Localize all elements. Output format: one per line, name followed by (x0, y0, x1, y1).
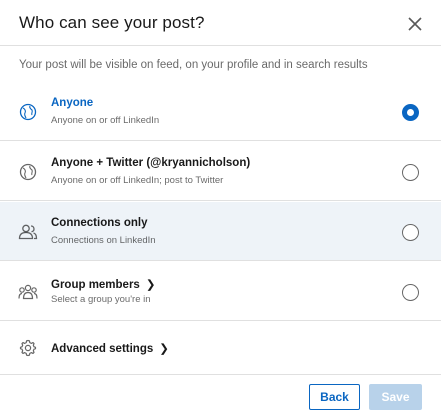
back-button[interactable]: Back (309, 384, 360, 410)
chevron-right-icon: ❯ (145, 279, 156, 291)
option-description: Connections on LinkedIn (51, 235, 156, 246)
dialog-header: Who can see your post? (0, 0, 441, 46)
advanced-settings-label: Advanced settings (51, 343, 154, 355)
advanced-settings-link[interactable]: Advanced settings ❯ (0, 322, 441, 374)
visibility-option-anyone[interactable]: Anyone Anyone on or off LinkedIn (0, 82, 441, 141)
visibility-option-anyone-twitter[interactable]: Anyone + Twitter (@kryannicholson) Anyon… (0, 142, 441, 201)
dialog-footer: Back Save (0, 374, 441, 416)
option-label-text: Group members (51, 279, 140, 291)
radio-button[interactable] (402, 164, 419, 181)
dialog-subtitle: Your post will be visible on feed, on yo… (19, 59, 368, 71)
option-label: Advanced settings ❯ (51, 341, 169, 355)
option-label: Anyone + Twitter (@kryannicholson) (51, 157, 251, 169)
option-label: Connections only (51, 217, 148, 229)
option-label: Group members ❯ (51, 277, 155, 291)
gear-icon (18, 338, 38, 358)
visibility-option-connections[interactable]: Connections only Connections on LinkedIn (0, 202, 441, 261)
radio-button[interactable] (402, 224, 419, 241)
visibility-option-group-members[interactable]: Group members ❯ Select a group you're in (0, 262, 441, 321)
option-description: Anyone on or off LinkedIn; post to Twitt… (51, 175, 224, 186)
option-description: Anyone on or off LinkedIn (51, 115, 160, 126)
option-description: Select a group you're in (51, 294, 151, 305)
radio-button[interactable] (402, 284, 419, 301)
radio-button-selected[interactable] (402, 104, 419, 121)
option-label: Anyone (51, 97, 94, 109)
people-icon (18, 222, 38, 242)
globe-icon (18, 102, 38, 122)
globe-icon (18, 162, 38, 182)
close-icon (408, 17, 422, 31)
chevron-right-icon: ❯ (159, 343, 169, 355)
dialog-title: Who can see your post? (19, 13, 205, 32)
group-icon (18, 282, 38, 302)
close-button[interactable] (401, 10, 429, 38)
save-button[interactable]: Save (369, 384, 422, 410)
